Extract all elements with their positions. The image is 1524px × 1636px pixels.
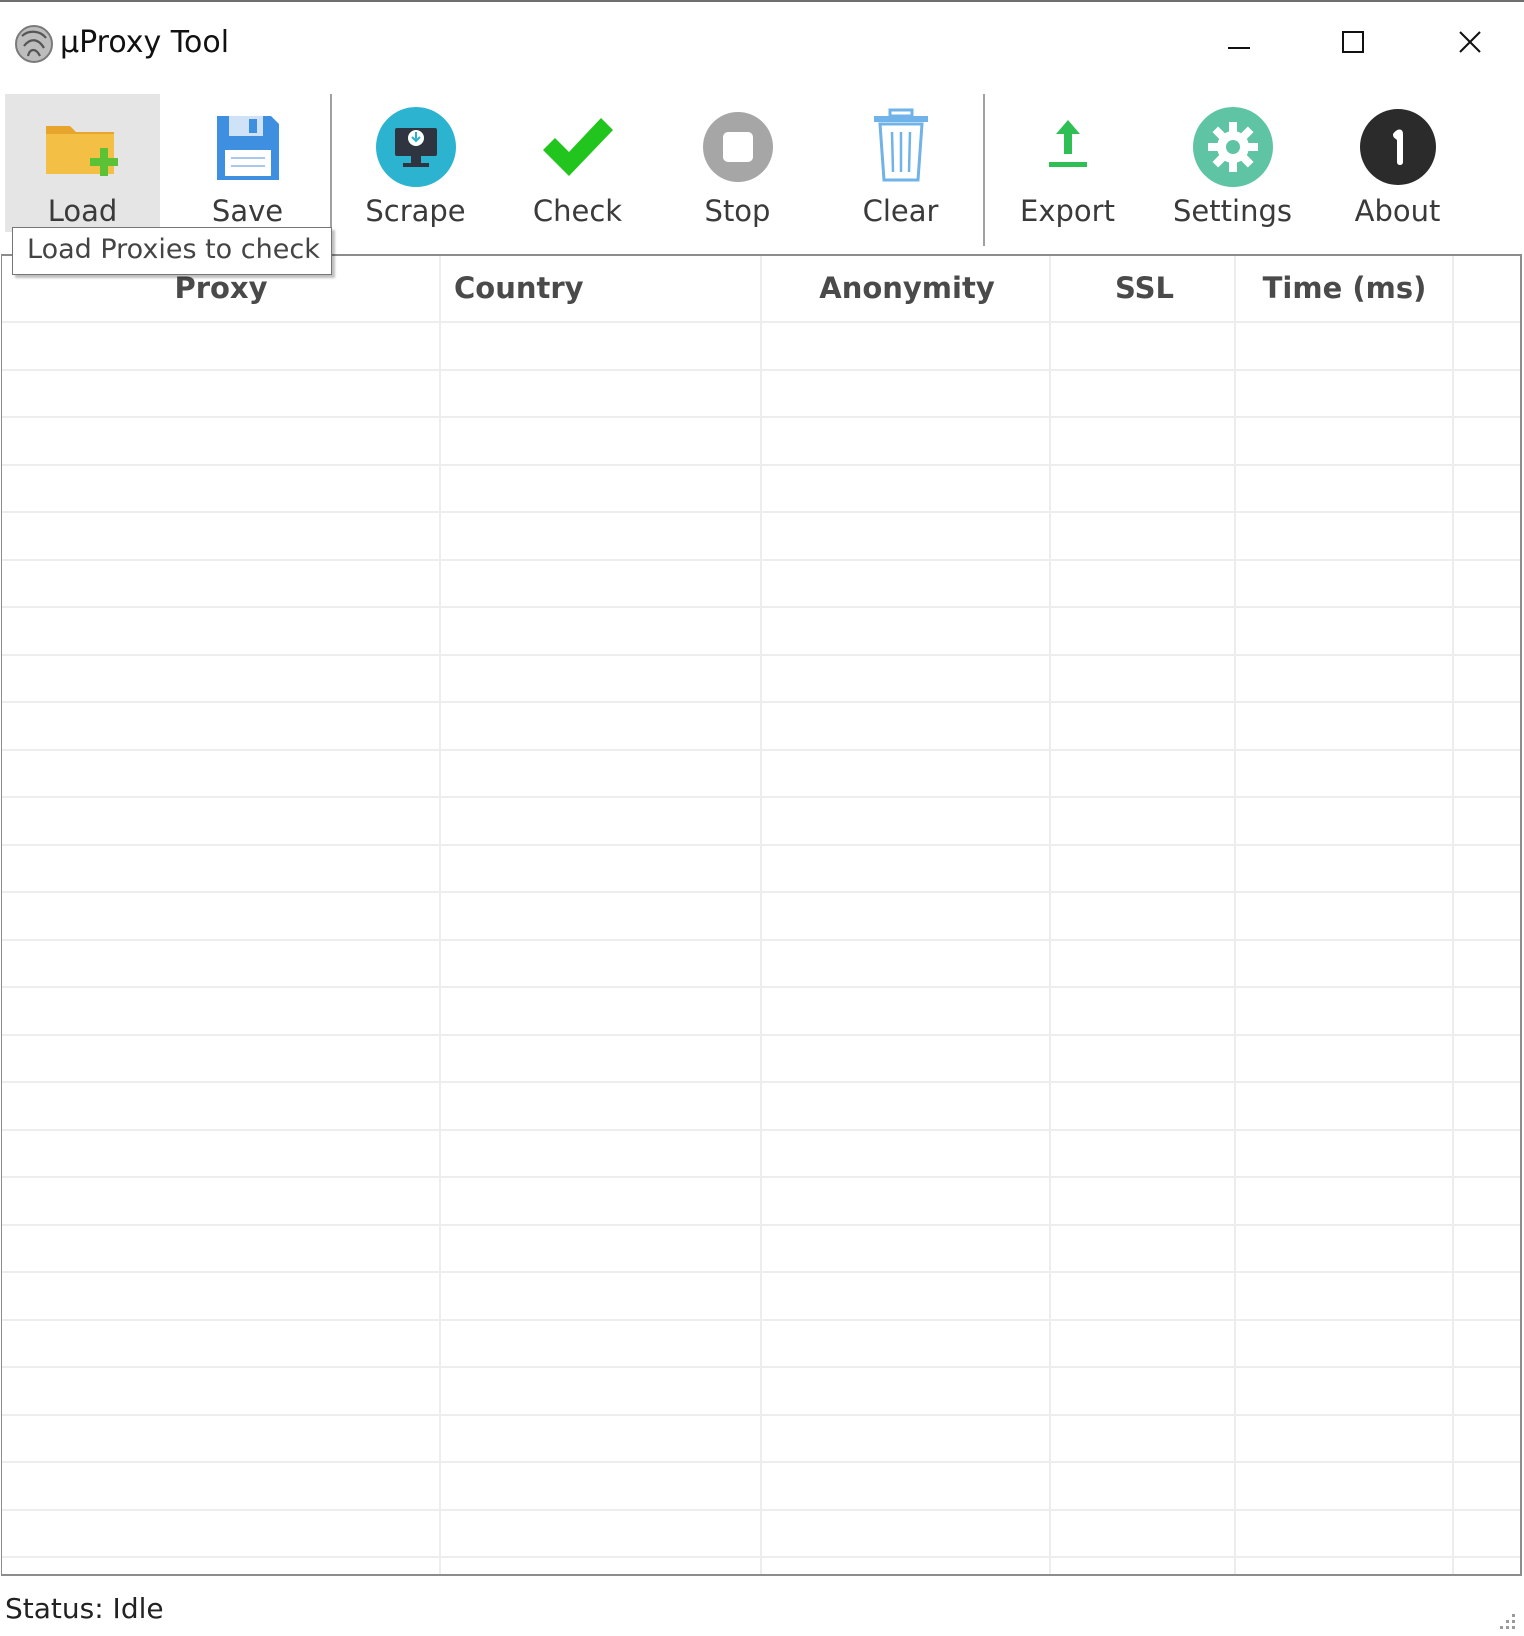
export-label: Export bbox=[1020, 194, 1115, 228]
column-header-time[interactable]: Time (ms) bbox=[1237, 256, 1452, 321]
monitor-download-icon bbox=[375, 107, 456, 187]
about-label: About bbox=[1354, 194, 1441, 228]
minimize-icon[interactable] bbox=[1186, 12, 1290, 76]
title-bar[interactable]: µProxy Tool bbox=[0, 4, 1524, 84]
row-divider bbox=[2, 701, 1520, 703]
clear-button[interactable]: Clear bbox=[823, 94, 978, 232]
row-divider bbox=[2, 796, 1520, 798]
load-tooltip: Load Proxies to check bbox=[12, 227, 332, 275]
row-divider bbox=[2, 416, 1520, 418]
row-divider bbox=[2, 1224, 1520, 1226]
row-divider bbox=[2, 1509, 1520, 1511]
column-divider[interactable] bbox=[439, 256, 441, 1574]
save-button[interactable]: Save bbox=[170, 94, 325, 232]
app-window: µProxy Tool Load Save Scrape Check Stop … bbox=[0, 0, 1524, 1636]
status-text: Status: Idle bbox=[5, 1592, 164, 1625]
maximize-icon[interactable] bbox=[1302, 12, 1406, 76]
check-button[interactable]: Check bbox=[500, 94, 655, 232]
column-header-anonymity[interactable]: Anonymity bbox=[762, 256, 1052, 321]
settings-label: Settings bbox=[1173, 194, 1292, 228]
toolbar: Load Save Scrape Check Stop Clear Export… bbox=[0, 94, 1524, 246]
toolbar-separator bbox=[330, 94, 332, 246]
load-label: Load bbox=[47, 194, 118, 228]
check-label: Check bbox=[532, 194, 623, 228]
load-button[interactable]: Load bbox=[5, 94, 160, 232]
scrape-button[interactable]: Scrape bbox=[338, 94, 493, 232]
clear-label: Clear bbox=[862, 194, 939, 228]
row-divider bbox=[2, 939, 1520, 941]
row-divider bbox=[2, 1176, 1520, 1178]
column-divider[interactable] bbox=[1234, 256, 1236, 1574]
floppy-disk-icon bbox=[216, 116, 279, 180]
gear-icon bbox=[1192, 107, 1273, 187]
stop-icon bbox=[702, 112, 773, 182]
row-divider bbox=[2, 1414, 1520, 1416]
row-divider bbox=[2, 1271, 1520, 1273]
settings-button[interactable]: Settings bbox=[1155, 94, 1310, 232]
column-divider[interactable] bbox=[1452, 256, 1454, 1574]
scrape-label: Scrape bbox=[365, 194, 466, 228]
status-bar: Status: Idle bbox=[0, 1578, 1524, 1636]
row-divider bbox=[2, 369, 1520, 371]
row-divider bbox=[2, 559, 1520, 561]
toolbar-separator bbox=[983, 94, 985, 246]
row-divider bbox=[2, 464, 1520, 466]
row-divider bbox=[2, 749, 1520, 751]
column-divider[interactable] bbox=[760, 256, 762, 1574]
info-icon bbox=[1359, 109, 1436, 185]
row-divider bbox=[2, 606, 1520, 608]
row-divider bbox=[2, 1556, 1520, 1558]
row-divider bbox=[2, 1319, 1520, 1321]
row-divider bbox=[2, 844, 1520, 846]
column-header-ssl[interactable]: SSL bbox=[1052, 256, 1237, 321]
row-divider bbox=[2, 1129, 1520, 1131]
row-divider bbox=[2, 891, 1520, 893]
window-title: µProxy Tool bbox=[60, 25, 230, 60]
row-divider bbox=[2, 321, 1520, 323]
column-divider[interactable] bbox=[1049, 256, 1051, 1574]
resize-grip-icon[interactable] bbox=[1492, 1606, 1518, 1632]
close-icon[interactable] bbox=[1418, 12, 1522, 76]
row-divider bbox=[2, 1081, 1520, 1083]
row-divider bbox=[2, 654, 1520, 656]
row-divider bbox=[2, 511, 1520, 513]
export-button[interactable]: Export bbox=[990, 94, 1145, 232]
folder-add-icon bbox=[45, 126, 118, 176]
checkmark-icon bbox=[542, 118, 613, 176]
column-header-country[interactable]: Country bbox=[454, 256, 754, 321]
save-label: Save bbox=[211, 194, 284, 228]
trash-icon bbox=[873, 108, 928, 182]
row-divider bbox=[2, 1461, 1520, 1463]
row-divider bbox=[2, 986, 1520, 988]
stop-label: Stop bbox=[704, 194, 771, 228]
app-logo-icon bbox=[15, 25, 53, 63]
stop-button[interactable]: Stop bbox=[660, 94, 815, 232]
row-divider bbox=[2, 1366, 1520, 1368]
row-divider bbox=[2, 1034, 1520, 1036]
upload-arrow-icon bbox=[1048, 120, 1087, 167]
proxy-table[interactable]: Proxy Country Anonymity SSL Time (ms) bbox=[1, 254, 1522, 1576]
about-button[interactable]: About bbox=[1320, 94, 1475, 232]
